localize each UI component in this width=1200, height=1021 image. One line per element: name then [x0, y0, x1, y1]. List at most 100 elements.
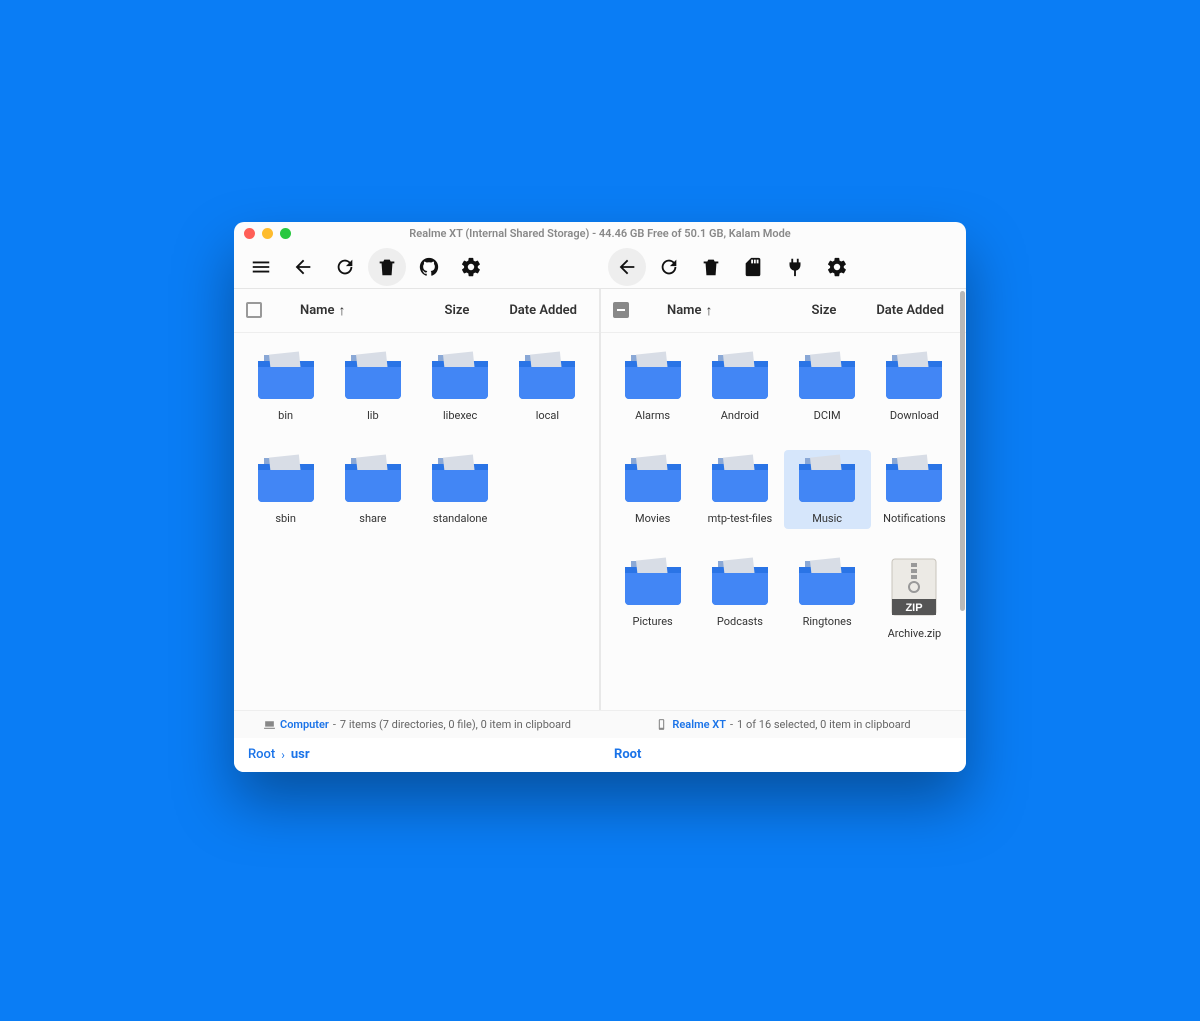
menu-icon — [250, 256, 272, 278]
folder-item[interactable]: lib — [329, 347, 416, 426]
gear-icon — [460, 256, 482, 278]
delete-button-left[interactable] — [368, 248, 406, 286]
folder-item[interactable]: sbin — [242, 450, 329, 529]
laptop-icon — [263, 718, 276, 731]
breadcrumb-segment[interactable]: Root — [614, 747, 641, 762]
refresh-button-right[interactable] — [650, 248, 688, 286]
github-button[interactable] — [410, 248, 448, 286]
item-label: Podcasts — [717, 615, 763, 628]
settings-button-right[interactable] — [818, 248, 856, 286]
item-label: local — [536, 409, 559, 422]
sd-card-icon — [742, 256, 764, 278]
folder-item[interactable]: Android — [696, 347, 783, 426]
folder-icon — [623, 557, 683, 605]
right-toolbar — [600, 246, 966, 288]
status-bar: Computer - 7 items (7 directories, 0 fil… — [234, 710, 966, 738]
folder-item[interactable]: bin — [242, 347, 329, 426]
github-icon — [418, 256, 440, 278]
column-size-header-right[interactable]: Size — [812, 303, 837, 318]
delete-button-right[interactable] — [692, 248, 730, 286]
right-file-grid[interactable]: Alarms Android DCIM Download Movies mtp-test-… — [601, 333, 966, 710]
menu-button[interactable] — [242, 248, 280, 286]
zip-icon — [889, 557, 939, 617]
item-label: Movies — [635, 512, 670, 525]
folder-icon — [517, 351, 577, 399]
folder-item[interactable]: local — [504, 347, 591, 426]
folder-icon — [884, 454, 944, 502]
select-all-checkbox-left[interactable] — [246, 302, 262, 318]
folder-item[interactable]: Pictures — [609, 553, 696, 644]
minimize-window-button[interactable] — [262, 228, 273, 239]
usb-button[interactable] — [776, 248, 814, 286]
left-breadcrumb: Root › usr — [234, 738, 600, 772]
folder-item[interactable]: standalone — [417, 450, 504, 529]
breadcrumb-segment[interactable]: usr — [291, 747, 310, 762]
column-date-header-left[interactable]: Date Added — [509, 303, 577, 318]
column-size-header-left[interactable]: Size — [445, 303, 470, 318]
left-status: Computer - 7 items (7 directories, 0 fil… — [234, 711, 600, 738]
right-column-header: Name ↑ Size Date Added — [601, 289, 966, 333]
folder-item[interactable]: Music — [784, 450, 871, 529]
folder-icon — [797, 454, 857, 502]
folder-item[interactable]: Ringtones — [784, 553, 871, 644]
right-status-text: 1 of 16 selected, 0 item in clipboard — [737, 718, 911, 731]
arrow-left-icon — [292, 256, 314, 278]
column-name-header-left[interactable]: Name ↑ — [300, 302, 345, 319]
left-file-grid[interactable]: binlib libexec local sbin share standalone — [234, 333, 599, 710]
close-window-button[interactable] — [244, 228, 255, 239]
titlebar: Realme XT (Internal Shared Storage) - 44… — [234, 222, 966, 246]
window-title: Realme XT (Internal Shared Storage) - 44… — [234, 227, 966, 240]
breadcrumb-segment[interactable]: Root — [248, 747, 275, 762]
breadcrumb-bar: Root › usr Root — [234, 738, 966, 772]
column-date-header-right[interactable]: Date Added — [876, 303, 944, 318]
folder-icon — [710, 454, 770, 502]
phone-icon — [655, 718, 668, 731]
folder-item[interactable]: Alarms — [609, 347, 696, 426]
refresh-button-left[interactable] — [326, 248, 364, 286]
item-label: Music — [812, 512, 842, 525]
column-name-label: Name — [300, 303, 334, 318]
folder-icon — [710, 557, 770, 605]
status-sep: - — [730, 718, 733, 731]
storage-button[interactable] — [734, 248, 772, 286]
left-pane: Name ↑ Size Date Added binlib libexec loca… — [234, 289, 599, 710]
folder-icon — [623, 454, 683, 502]
folder-icon — [797, 557, 857, 605]
refresh-icon — [658, 256, 680, 278]
folder-item[interactable]: libexec — [417, 347, 504, 426]
item-label: Archive.zip — [888, 627, 942, 640]
folder-item[interactable]: Podcasts — [696, 553, 783, 644]
maximize-window-button[interactable] — [280, 228, 291, 239]
folder-item[interactable]: mtp-test-files — [696, 450, 783, 529]
item-label: Ringtones — [803, 615, 852, 628]
item-label: libexec — [443, 409, 477, 422]
folder-item[interactable]: Movies — [609, 450, 696, 529]
right-device-name: Realme XT — [672, 718, 726, 731]
zip-file-item[interactable]: Archive.zip — [871, 553, 958, 644]
back-button-left[interactable] — [284, 248, 322, 286]
folder-item[interactable]: Download — [871, 347, 958, 426]
sort-asc-icon: ↑ — [705, 302, 712, 319]
settings-button-left[interactable] — [452, 248, 490, 286]
folder-icon — [884, 351, 944, 399]
arrow-left-icon — [616, 256, 638, 278]
item-label: Android — [721, 409, 759, 422]
scrollbar-thumb[interactable] — [960, 291, 965, 611]
trash-icon — [376, 256, 398, 278]
left-toolbar — [234, 246, 600, 288]
folder-item[interactable]: share — [329, 450, 416, 529]
column-name-label: Name — [667, 303, 701, 318]
toolbar-row — [234, 246, 966, 288]
chevron-right-icon: › — [281, 748, 285, 762]
item-label: share — [359, 512, 386, 525]
right-pane: Name ↑ Size Date Added Alarms Android DCIM… — [599, 289, 966, 710]
refresh-icon — [334, 256, 356, 278]
folder-item[interactable]: Notifications — [871, 450, 958, 529]
item-label: Download — [890, 409, 939, 422]
back-button-right[interactable] — [608, 248, 646, 286]
folder-item[interactable]: DCIM — [784, 347, 871, 426]
select-all-checkbox-right[interactable] — [613, 302, 629, 318]
item-label: mtp-test-files — [708, 512, 773, 525]
column-name-header-right[interactable]: Name ↑ — [667, 302, 712, 319]
folder-icon — [343, 454, 403, 502]
